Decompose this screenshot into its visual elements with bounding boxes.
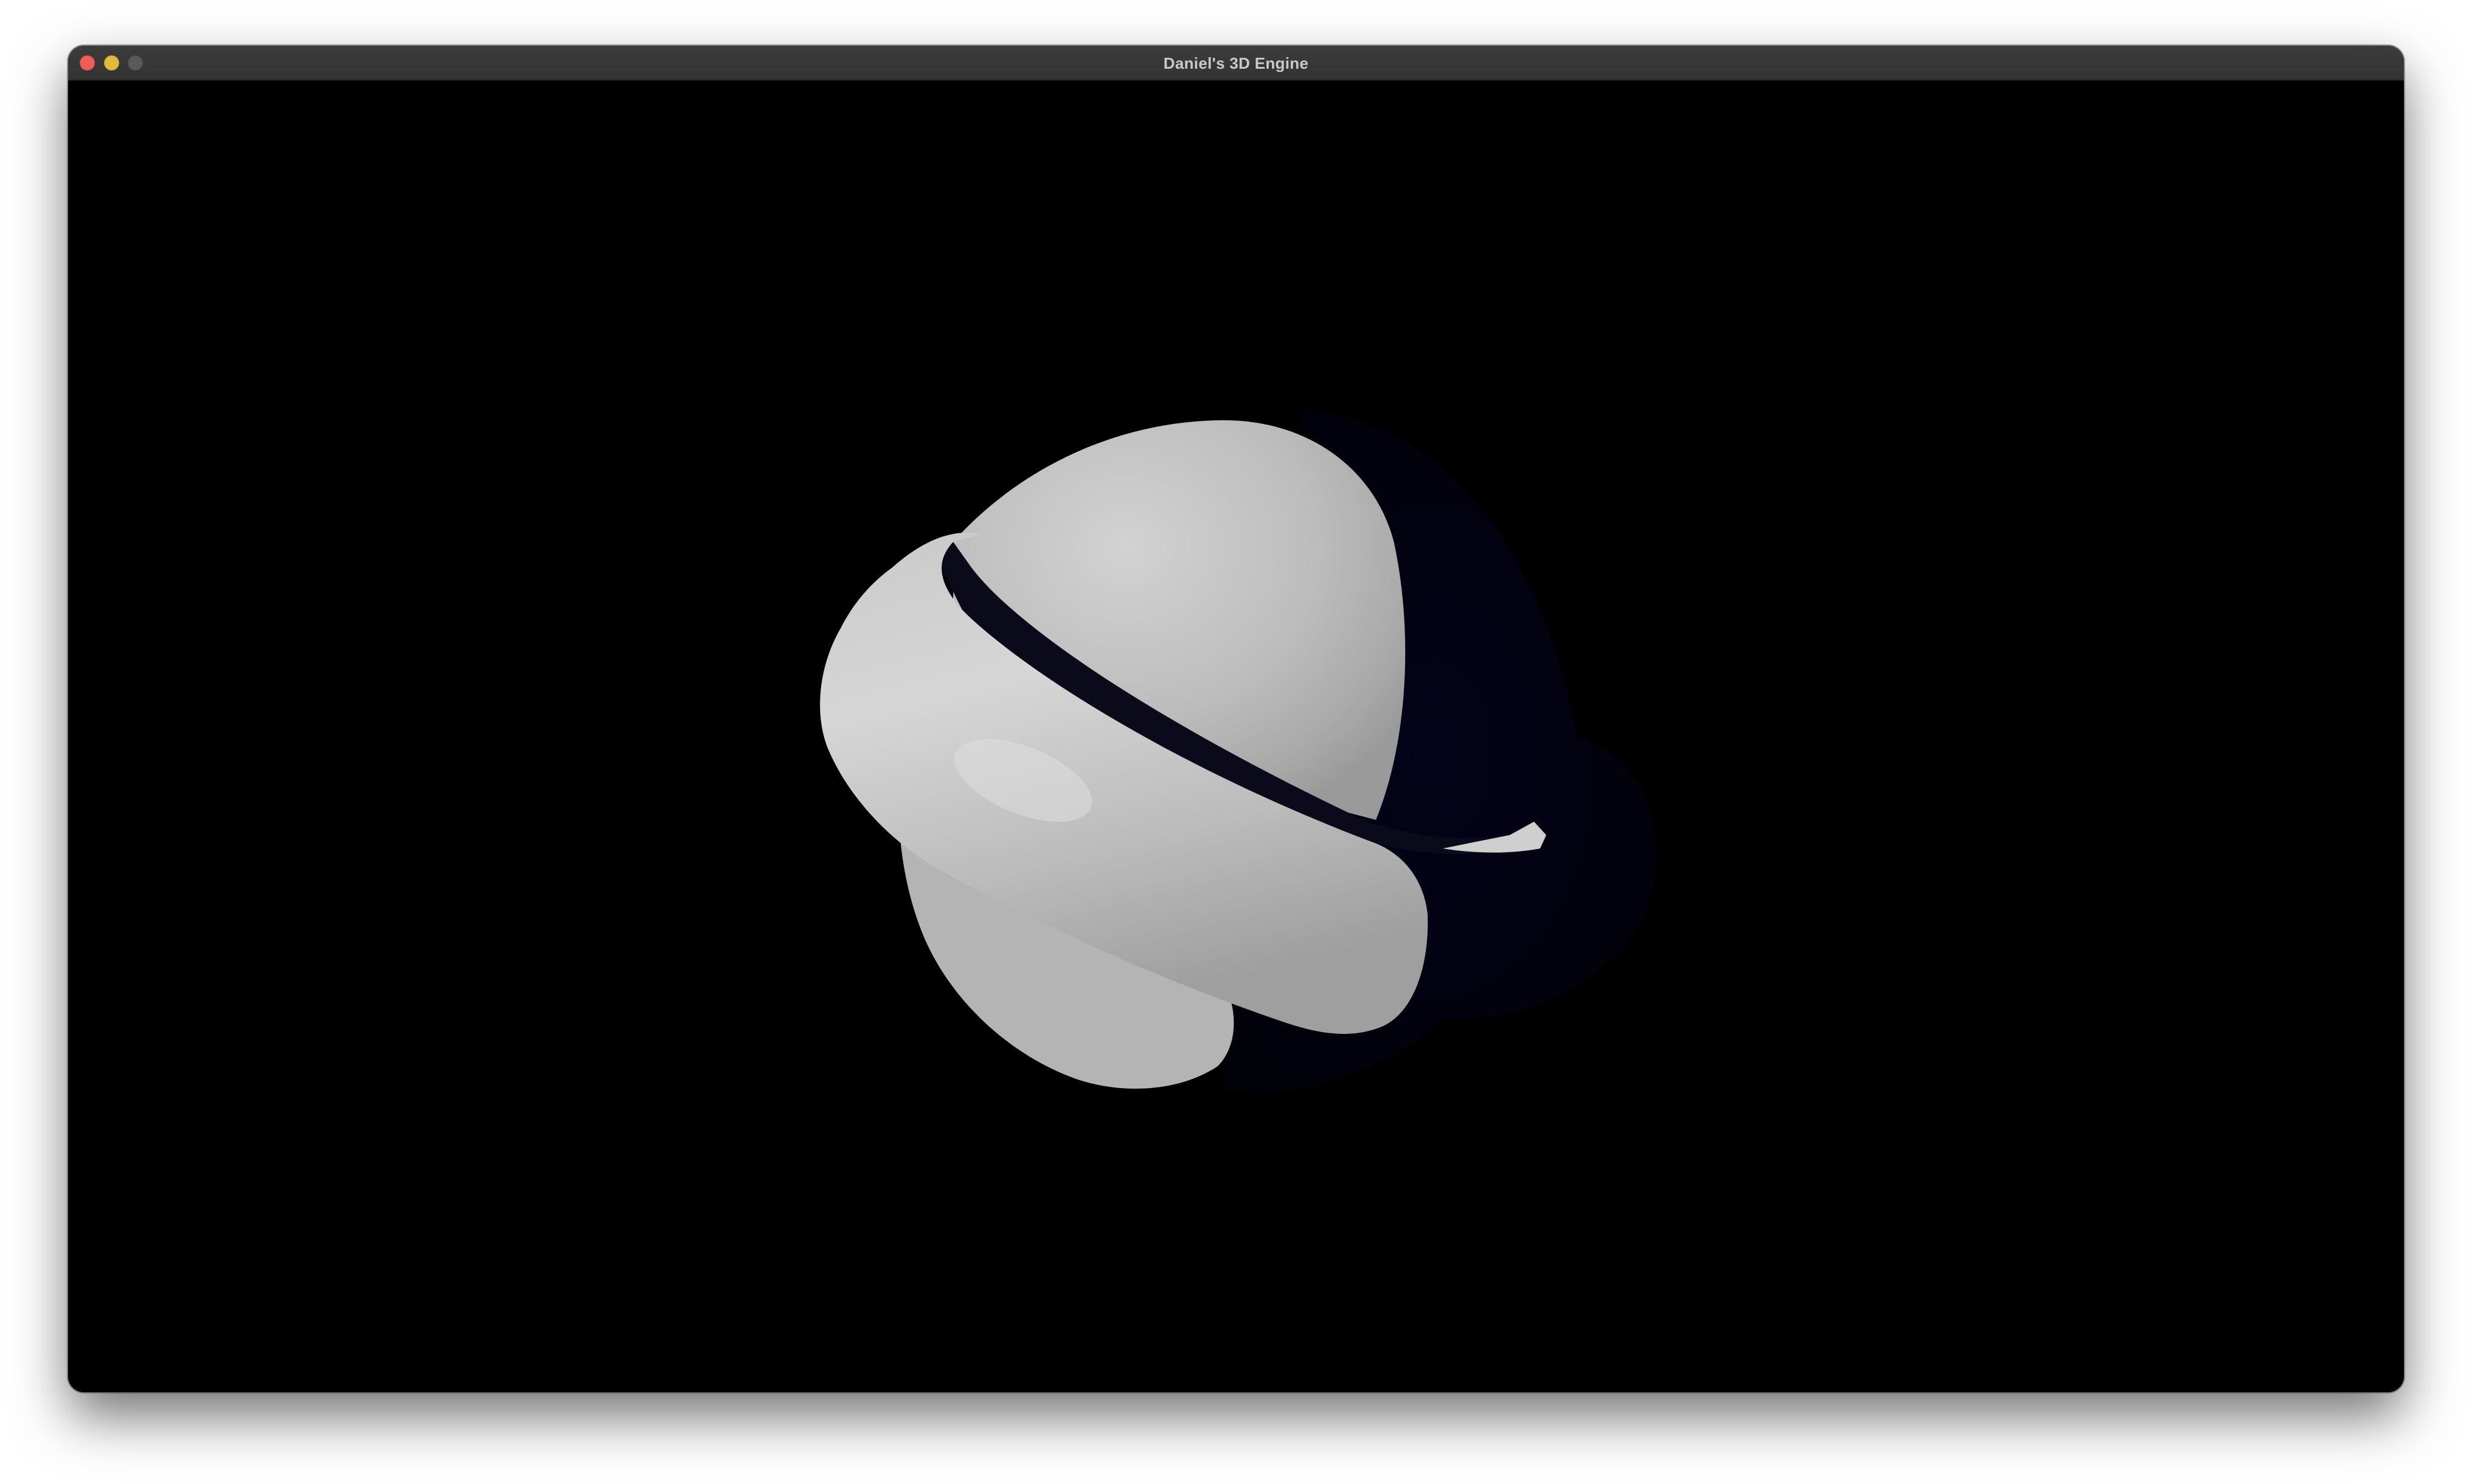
desktop: Daniel's 3D Engine [0,0,2472,1484]
render-viewport[interactable] [68,81,2404,1392]
title-bar[interactable]: Daniel's 3D Engine [68,46,2404,81]
scene-render [820,409,1657,1094]
app-window: Daniel's 3D Engine [68,46,2404,1392]
window-title: Daniel's 3D Engine [1163,54,1309,72]
